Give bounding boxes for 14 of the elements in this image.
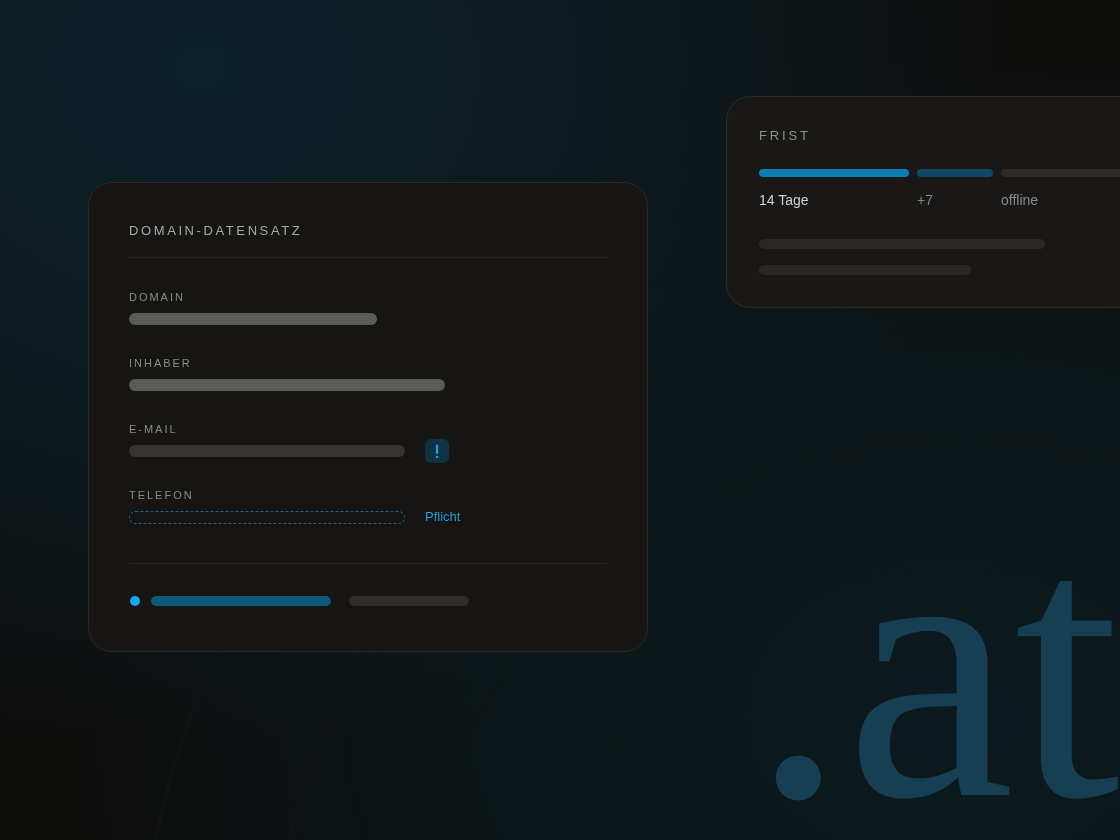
- card-title: FRIST: [759, 129, 811, 143]
- field-label: TELEFON: [129, 488, 194, 502]
- card-title: DOMAIN-DATENSATZ: [129, 223, 303, 239]
- field-label: DOMAIN: [129, 290, 185, 304]
- exclamation-icon: [425, 439, 449, 463]
- field-label: INHABER: [129, 356, 192, 370]
- backdrop-domain-text: .at: [750, 505, 1120, 828]
- segment-label: 14 Tage: [759, 191, 809, 209]
- empty-input-field[interactable]: [129, 510, 405, 524]
- required-note: Pflicht: [425, 509, 461, 525]
- status-dot-icon: [130, 596, 140, 606]
- field-label: E-MAIL: [129, 422, 178, 436]
- segment-label: +7: [917, 191, 933, 209]
- segment-label: offline: [1001, 191, 1039, 209]
